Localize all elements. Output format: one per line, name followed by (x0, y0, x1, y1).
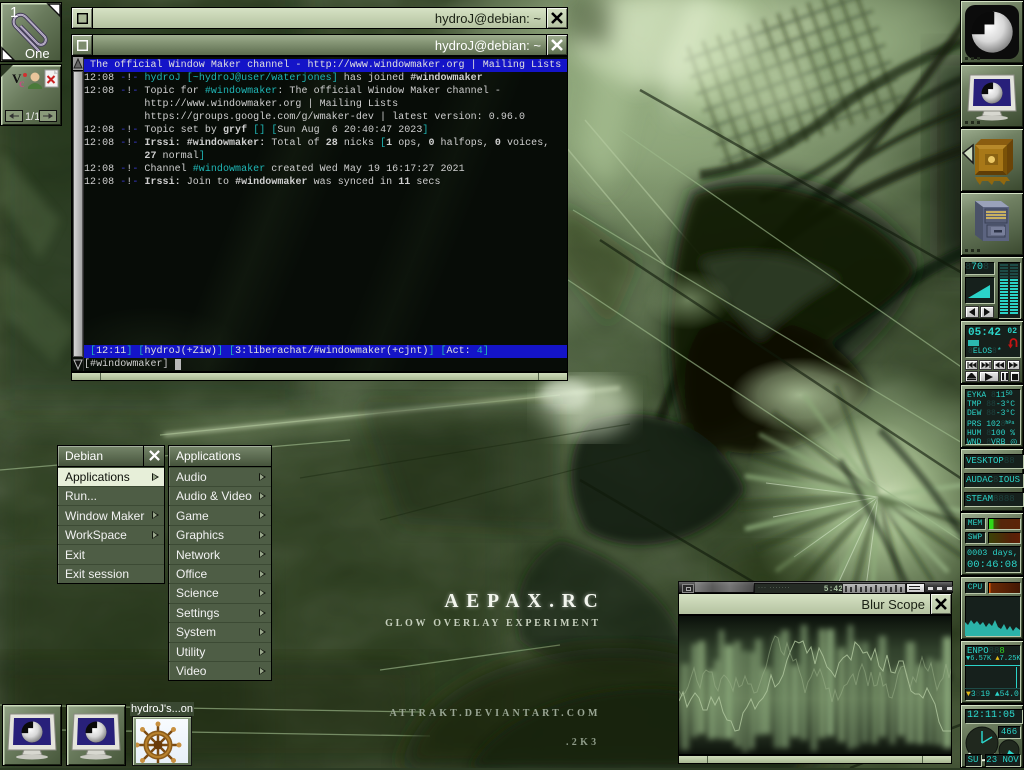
svg-text:GLOW OVERLAY EXPERIMENT: GLOW OVERLAY EXPERIMENT (385, 618, 601, 629)
svg-text:c: c (19, 76, 25, 90)
svg-text:ATTRAKT.DEVIANTART.COM: ATTRAKT.DEVIANTART.COM (389, 708, 600, 719)
svg-text:.2K3: .2K3 (566, 737, 599, 748)
svg-text:AEPAX.RC: AEPAX.RC (444, 591, 605, 612)
